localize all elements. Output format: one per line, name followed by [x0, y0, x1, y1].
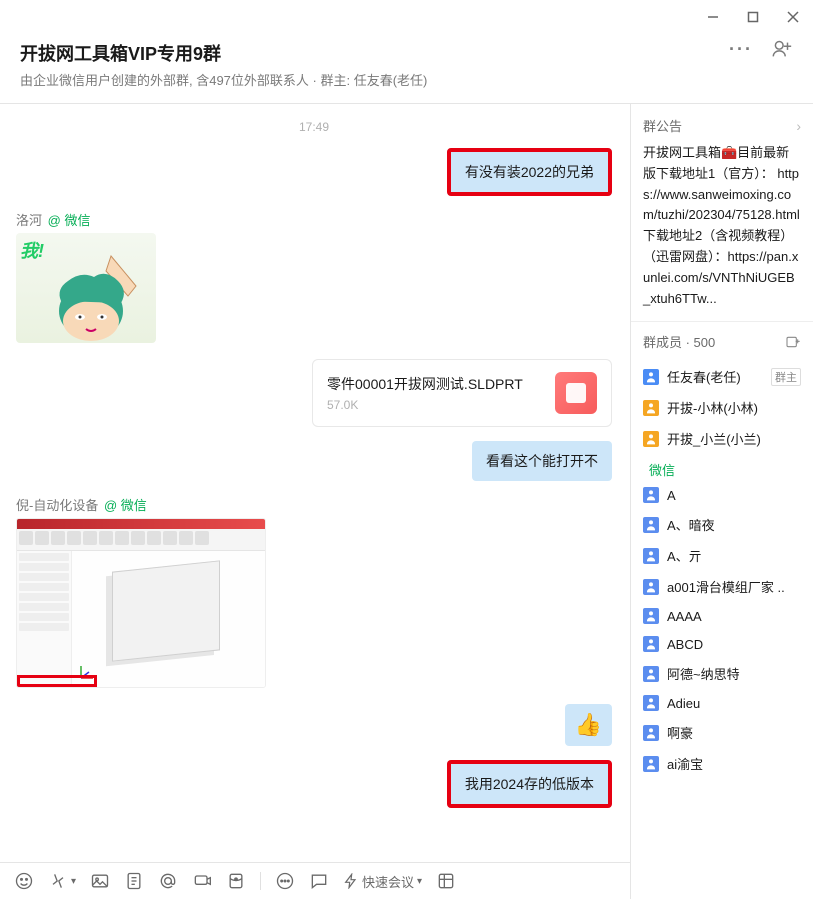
- member-avatar-icon: [643, 400, 659, 416]
- chevron-right-icon[interactable]: ›: [796, 118, 801, 134]
- file-size: 57.0K: [327, 398, 543, 412]
- member-avatar-icon: [643, 608, 659, 624]
- chat-title: 开拔网工具箱VIP专用9群: [20, 40, 793, 66]
- member-name: 开拔_小兰(小兰): [667, 429, 761, 448]
- more-tools-button[interactable]: [275, 871, 295, 891]
- voice-input-button[interactable]: [192, 871, 212, 891]
- member-name: ABCD: [667, 637, 703, 652]
- member-avatar-icon: [643, 636, 659, 652]
- member-name: A: [667, 488, 676, 503]
- member-item[interactable]: AAAA: [637, 602, 807, 630]
- member-name: a001滑台模组厂家 ..: [667, 577, 785, 596]
- group-notice-body[interactable]: 开拔网工具箱🧰目前最新版下载地址1（官方）： https://www.sanwe…: [643, 143, 801, 309]
- wechat-section-label: 微信: [637, 454, 807, 481]
- quick-meeting-button[interactable]: 快速会议▾: [343, 872, 422, 891]
- quick-meeting-label: 快速会议: [362, 872, 414, 891]
- form-button[interactable]: [436, 871, 456, 891]
- member-item[interactable]: Adieu: [637, 689, 807, 717]
- sender-label-2: 倪-自动化设备 @ 微信: [16, 495, 612, 514]
- owner-badge: 群主: [771, 368, 801, 386]
- sender-name: 倪-自动化设备: [16, 498, 98, 513]
- member-item[interactable]: 任友春(老任) 群主: [637, 361, 807, 392]
- member-item[interactable]: A、亓: [637, 540, 807, 571]
- member-name: A、暗夜: [667, 515, 715, 534]
- thumbs-up-reaction[interactable]: 👍: [565, 704, 612, 746]
- chat-subtitle: 由企业微信用户创建的外部群, 含497位外部联系人 · 群主: 任友春(老任): [20, 70, 793, 89]
- member-item[interactable]: a001滑台模组厂家 ..: [637, 571, 807, 602]
- member-avatar-icon: [643, 517, 659, 533]
- mention-button[interactable]: [158, 871, 178, 891]
- sender-via: @ 微信: [48, 213, 91, 228]
- window-minimize-button[interactable]: [703, 7, 723, 27]
- member-item[interactable]: A、暗夜: [637, 509, 807, 540]
- screenshot-button[interactable]: ▾: [48, 871, 76, 891]
- member-avatar-icon: [643, 695, 659, 711]
- timestamp: 17:49: [16, 120, 612, 134]
- member-name: 任友春(老任): [667, 367, 741, 386]
- more-menu-icon[interactable]: ···: [729, 39, 753, 60]
- member-item[interactable]: 啊豪: [637, 717, 807, 748]
- member-item[interactable]: 开拔-小林(小林): [637, 392, 807, 423]
- redpacket-button[interactable]: [226, 871, 246, 891]
- member-avatar-icon: [643, 725, 659, 741]
- message-bubble-3[interactable]: 我用2024存的低版本: [447, 760, 612, 808]
- member-item[interactable]: 阿德~纳思特: [637, 658, 807, 689]
- file-type-icon: [555, 372, 597, 414]
- sender-label-1: 洛河 @ 微信: [16, 210, 612, 229]
- member-avatar-icon: [643, 666, 659, 682]
- member-avatar-icon: [643, 548, 659, 564]
- members-count-title: 群成员 · 500: [643, 332, 715, 351]
- sticker-text: 我!: [20, 237, 44, 263]
- sender-name: 洛河: [16, 213, 42, 228]
- member-avatar-icon: [643, 369, 659, 385]
- anime-sticker-icon: [46, 251, 156, 343]
- member-name: 开拔-小林(小林): [667, 398, 758, 417]
- member-item[interactable]: ai渝宝: [637, 748, 807, 779]
- member-item[interactable]: 开拔_小兰(小兰): [637, 423, 807, 454]
- member-avatar-icon: [643, 431, 659, 447]
- window-close-button[interactable]: [783, 7, 803, 27]
- file-button[interactable]: [124, 871, 144, 891]
- member-item[interactable]: ABCD: [637, 630, 807, 658]
- member-name: 阿德~纳思特: [667, 664, 740, 683]
- file-name: 零件00001开拔网测试.SLDPRT: [327, 374, 543, 394]
- emoji-button[interactable]: [14, 871, 34, 891]
- member-name: A、亓: [667, 546, 702, 565]
- sender-via: @ 微信: [104, 498, 147, 513]
- member-item[interactable]: A: [637, 481, 807, 509]
- sticker-message[interactable]: 我!: [16, 233, 156, 343]
- member-avatar-icon: [643, 756, 659, 772]
- member-avatar-icon: [643, 487, 659, 503]
- message-bubble-1[interactable]: 有没有装2022的兄弟: [447, 148, 612, 196]
- add-member-icon[interactable]: [771, 38, 793, 60]
- chat-history-button[interactable]: [309, 871, 329, 891]
- member-name: 啊豪: [667, 723, 693, 742]
- message-bubble-2[interactable]: 看看这个能打开不: [472, 441, 612, 481]
- member-name: Adieu: [667, 696, 700, 711]
- member-avatar-icon: [643, 579, 659, 595]
- member-name: AAAA: [667, 609, 702, 624]
- image-button[interactable]: [90, 871, 110, 891]
- member-name: ai渝宝: [667, 754, 703, 773]
- group-notice-title: 群公告: [643, 116, 682, 135]
- add-member-small-icon[interactable]: [785, 334, 801, 350]
- window-maximize-button[interactable]: [743, 7, 763, 27]
- cad-screenshot-attachment[interactable]: [16, 518, 266, 688]
- file-attachment-card[interactable]: 零件00001开拔网测试.SLDPRT 57.0K: [312, 359, 612, 427]
